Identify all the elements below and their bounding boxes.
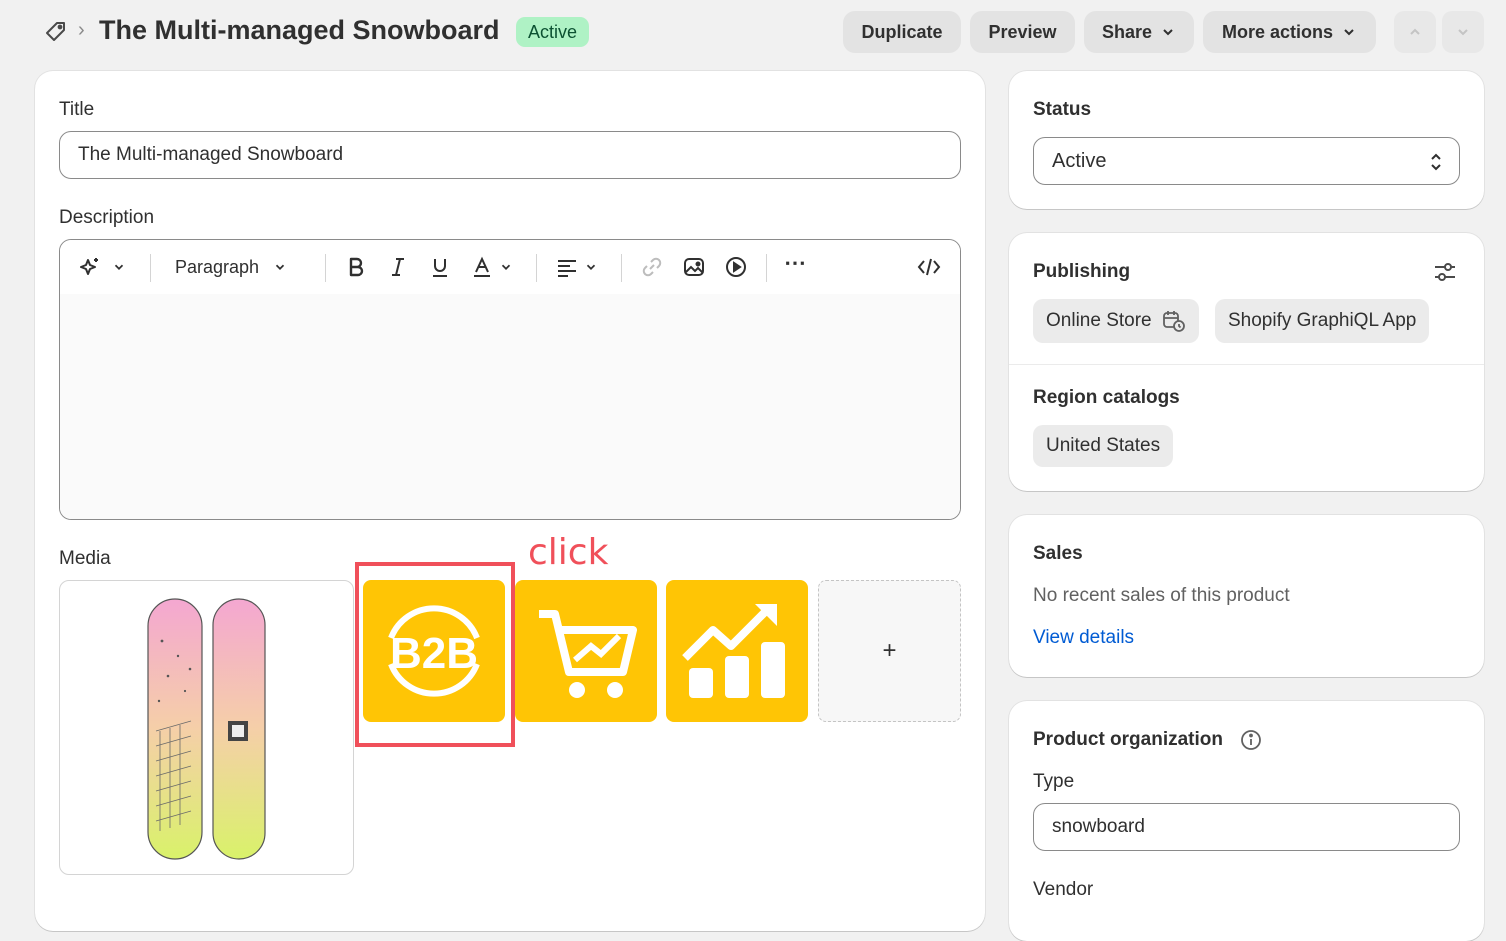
chevron-down-icon (275, 264, 285, 270)
bold-icon (349, 257, 364, 277)
share-button[interactable]: Share (1084, 11, 1194, 53)
toolbar-divider (325, 254, 326, 282)
top-bar: › The Multi-managed Snowboard Active Dup… (0, 0, 1506, 64)
sales-message: No recent sales of this product (1033, 585, 1290, 606)
toolbar-divider (766, 254, 767, 282)
chevron-down-icon (501, 264, 511, 270)
media-item-growth-chart[interactable] (666, 580, 808, 722)
media-item-product-photo[interactable] (59, 580, 354, 875)
status-select-value: Active (1052, 149, 1107, 172)
more-actions-button[interactable]: More actions (1203, 11, 1376, 53)
bold-button[interactable] (345, 254, 367, 280)
click-annotation-label: click (528, 532, 609, 573)
text-color-icon (474, 256, 490, 277)
click-annotation-box (355, 562, 515, 747)
cart-growth-icon (539, 610, 637, 698)
paragraph-style-label: Paragraph (175, 256, 260, 277)
media-label: Media (59, 548, 111, 569)
italic-icon (392, 258, 404, 276)
description-textarea[interactable] (60, 294, 960, 519)
text-color-button[interactable] (471, 254, 513, 280)
more-formatting-icon: ⋯ (784, 250, 806, 275)
underline-button[interactable] (429, 254, 451, 280)
chevron-down-icon (1344, 29, 1354, 36)
select-arrows-icon (1431, 153, 1441, 171)
channel-label: Online Store (1046, 310, 1152, 331)
type-label: Type (1033, 771, 1075, 792)
title-input-value: The Multi-managed Snowboard (78, 144, 344, 165)
channel-graphiql-app[interactable]: Shopify GraphiQL App (1215, 299, 1430, 343)
toolbar-divider (536, 254, 537, 282)
image-icon (684, 258, 704, 276)
product-organization-label: Product organization (1033, 729, 1223, 750)
region-united-states[interactable]: United States (1033, 425, 1174, 467)
toolbar-divider (150, 254, 151, 282)
media-item-cart-growth[interactable] (515, 580, 657, 722)
paragraph-style-select[interactable]: Paragraph (175, 254, 287, 280)
status-badge: Active (516, 17, 590, 47)
video-icon (726, 257, 746, 277)
insert-image-button[interactable] (683, 254, 705, 280)
settings-sliders-icon[interactable] (1433, 261, 1457, 283)
next-product-button[interactable] (1442, 11, 1484, 53)
toolbar-divider (621, 254, 622, 282)
align-left-icon (558, 260, 576, 277)
vendor-label: Vendor (1033, 879, 1094, 900)
publishing-label: Publishing (1033, 261, 1131, 282)
align-button[interactable] (556, 254, 598, 280)
type-input[interactable]: snowboard (1033, 803, 1460, 851)
chevron-down-icon (1458, 29, 1468, 36)
duplicate-button-label: Duplicate (861, 21, 943, 42)
description-label: Description (59, 207, 155, 228)
channel-online-store[interactable]: Online Store (1033, 299, 1199, 343)
title-input[interactable]: The Multi-managed Snowboard (59, 131, 961, 179)
breadcrumb-separator: › (78, 19, 85, 41)
chevron-down-icon (586, 264, 596, 270)
underline-icon (433, 259, 447, 277)
italic-button[interactable] (387, 254, 409, 280)
more-actions-button-label: More actions (1221, 21, 1334, 42)
show-html-button[interactable] (917, 254, 941, 280)
link-icon (642, 257, 662, 277)
add-media-button[interactable]: + (818, 580, 961, 722)
status-select[interactable]: Active (1033, 137, 1460, 185)
chevron-down-icon (1163, 29, 1173, 36)
card-divider (1009, 364, 1484, 365)
editor-toolbar: Paragraph ⋯ (60, 240, 960, 294)
add-media-icon: + (882, 637, 897, 664)
previous-product-button[interactable] (1394, 11, 1436, 53)
code-icon (917, 258, 941, 276)
link-button[interactable] (641, 254, 663, 280)
status-label: Status (1033, 99, 1092, 120)
growth-chart-icon (682, 604, 785, 698)
sparkle-icon (80, 258, 98, 275)
view-details-link[interactable]: View details (1033, 627, 1134, 649)
region-catalogs-label: Region catalogs (1033, 387, 1180, 408)
info-icon[interactable] (1240, 729, 1262, 751)
type-input-value: snowboard (1052, 816, 1145, 837)
chevron-up-icon (1410, 28, 1420, 35)
preview-button-label: Preview (988, 21, 1057, 42)
page-title: The Multi-managed Snowboard (99, 15, 500, 45)
duplicate-button[interactable]: Duplicate (843, 11, 961, 53)
tag-icon[interactable] (44, 20, 68, 44)
preview-button[interactable]: Preview (970, 11, 1075, 53)
share-button-label: Share (1101, 21, 1153, 42)
region-label: United States (1046, 435, 1161, 456)
description-editor: Paragraph ⋯ (59, 239, 961, 520)
ai-generate-button[interactable] (80, 254, 126, 280)
snowboard-image (147, 598, 266, 860)
more-formatting-button[interactable]: ⋯ (784, 250, 806, 276)
channel-label: Shopify GraphiQL App (1228, 310, 1417, 331)
calendar-clock-icon (1162, 311, 1185, 332)
sales-label: Sales (1033, 543, 1083, 564)
title-label: Title (59, 99, 95, 120)
chevron-down-icon (114, 264, 124, 270)
insert-video-button[interactable] (725, 254, 747, 280)
